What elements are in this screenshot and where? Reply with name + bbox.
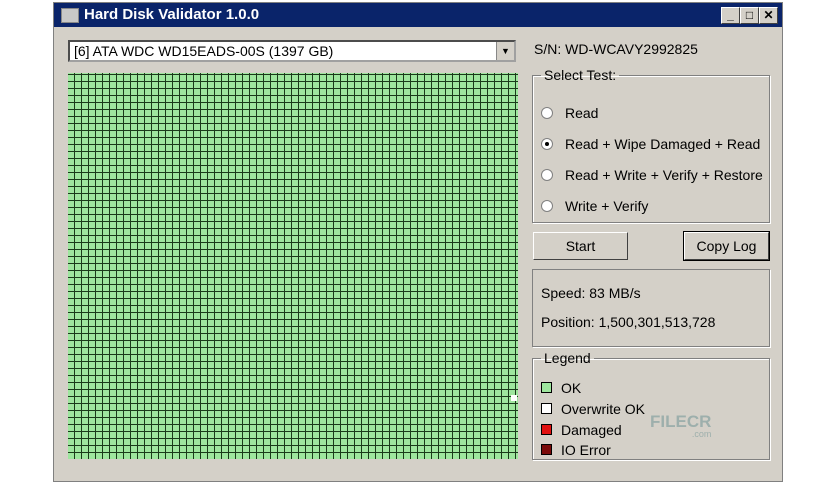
sector-map [68, 73, 518, 459]
overwrite-ok-cell [511, 395, 517, 401]
speed-text: Speed: 83 MB/s [541, 285, 641, 301]
select-test-label: Select Test: [544, 67, 617, 83]
drive-select-value: [6] ATA WDC WD15EADS-00S (1397 GB) [74, 43, 334, 59]
minimize-button[interactable]: _ [721, 7, 740, 24]
overwrite-swatch-icon [541, 403, 552, 414]
io-error-swatch-icon [541, 444, 552, 455]
radio-label: Read + Write + Verify + Restore [565, 167, 763, 183]
legend-text: Overwrite OK [561, 401, 646, 417]
legend-group: Legend OK Overwrite OK Damaged IO Error [532, 350, 770, 460]
legend-item-ok: OK [541, 380, 581, 396]
start-button[interactable]: Start [533, 232, 628, 260]
position-text: Position: 1,500,301,513,728 [541, 314, 716, 330]
radio-read[interactable]: Read [541, 105, 598, 121]
radio-read-wipe-read[interactable]: Read + Wipe Damaged + Read [541, 136, 760, 152]
legend-label: Legend [544, 350, 591, 366]
watermark-logo: FILECR .com [650, 412, 711, 439]
legend-item-damaged: Damaged [541, 422, 622, 438]
damaged-swatch-icon [541, 424, 552, 435]
status-panel: Speed: 83 MB/s Position: 1,500,301,513,7… [532, 269, 770, 347]
window-title: Hard Disk Validator 1.0.0 [84, 6, 260, 23]
radio-label: Read + Wipe Damaged + Read [565, 136, 761, 152]
radio-icon[interactable] [541, 200, 553, 212]
drive-select[interactable]: [6] ATA WDC WD15EADS-00S (1397 GB) ▼ [68, 40, 516, 62]
maximize-button[interactable]: □ [740, 7, 759, 24]
ok-swatch-icon [541, 382, 552, 393]
title-bar: Hard Disk Validator 1.0.0 _ □ ✕ [54, 3, 782, 27]
radio-label: Write + Verify [565, 198, 649, 214]
radio-label: Read [565, 105, 599, 121]
radio-checked-icon[interactable] [541, 138, 553, 150]
legend-text: IO Error [561, 442, 611, 458]
close-button[interactable]: ✕ [759, 7, 778, 24]
chevron-down-icon[interactable]: ▼ [496, 42, 514, 60]
radio-icon[interactable] [541, 107, 553, 119]
serial-number: S/N: WD-WCAVY2992825 [534, 41, 698, 57]
radio-read-write-verify-restore[interactable]: Read + Write + Verify + Restore [541, 167, 763, 183]
select-test-group: Select Test: Read Read + Wipe Damaged + … [532, 67, 770, 223]
legend-text: OK [561, 380, 582, 396]
radio-icon[interactable] [541, 169, 553, 181]
legend-item-io-error: IO Error [541, 442, 611, 458]
app-icon [61, 8, 79, 23]
legend-item-overwrite-ok: Overwrite OK [541, 401, 645, 417]
legend-text: Damaged [561, 422, 622, 438]
copy-log-button[interactable]: Copy Log [683, 231, 770, 261]
radio-write-verify[interactable]: Write + Verify [541, 198, 648, 214]
app-window: Hard Disk Validator 1.0.0 _ □ ✕ [6] ATA … [53, 2, 783, 482]
